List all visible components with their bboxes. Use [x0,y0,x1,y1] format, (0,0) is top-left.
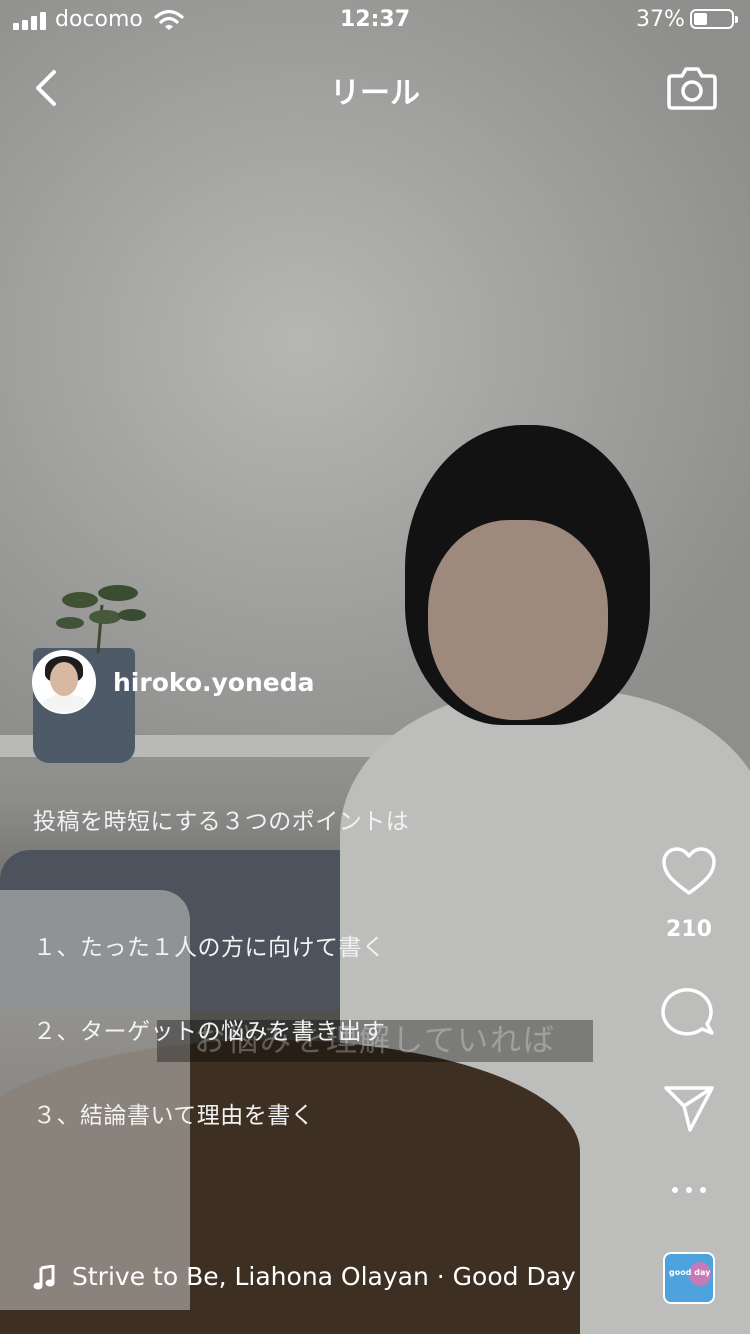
caption-line: 投稿を時短にする３つのポイントは [33,809,410,835]
heart-icon[interactable] [660,846,718,898]
camera-icon[interactable] [666,64,718,112]
page-title: リール [330,76,420,111]
avatar[interactable] [32,650,96,714]
like-count: 210 [666,917,712,942]
caption-line: ３、結論書いて理由を書く [33,1103,315,1129]
username[interactable]: hiroko.yoneda [113,668,315,697]
video-person-face [428,520,608,720]
video-plant [56,585,146,654]
reel-screen: お悩みを理解していれば docomo 12:37 37% リール hiroko.… [0,0,750,1334]
battery-icon [690,9,738,29]
audio-album-art[interactable]: good day [663,1252,715,1304]
more-icon[interactable] [668,1183,710,1197]
caption-line: １、たった１人の方に向けて書く [33,935,386,961]
music-note-icon [33,1265,55,1290]
album-art-text: good day [669,1268,711,1277]
comment-icon[interactable] [660,984,718,1036]
audio-track-label[interactable]: Strive to Be, Liahona Olayan · Good Day [72,1262,576,1291]
share-icon[interactable] [660,1082,718,1134]
status-bar: docomo 12:37 37% [0,0,750,40]
caption-line: ２、ターゲットの悩みを書き出す [33,1019,386,1045]
battery-percent: 37% [636,7,685,32]
